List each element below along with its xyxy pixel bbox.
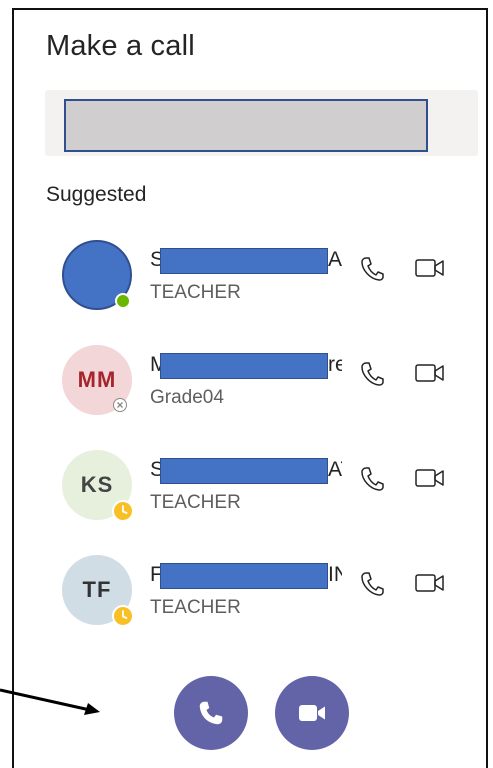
name-redaction	[160, 458, 328, 484]
name-redaction	[160, 353, 328, 379]
video-camera-icon[interactable]	[414, 256, 446, 285]
contact-row[interactable]: S AI TEACHER	[0, 240, 493, 340]
phone-icon	[199, 701, 223, 725]
contact-row[interactable]: MM M re Grade04	[0, 345, 493, 445]
contact-subtitle: TEACHER	[150, 492, 241, 513]
video-call-button[interactable]	[275, 676, 349, 750]
audio-call-button[interactable]	[174, 676, 248, 750]
contact-subtitle: TEACHER	[150, 597, 241, 618]
phone-icon[interactable]	[360, 361, 384, 392]
suggested-heading: Suggested	[46, 183, 147, 206]
contact-row[interactable]: KS S AT TEACHER	[0, 450, 493, 550]
contact-row[interactable]: TF F IN TEACHER	[0, 555, 493, 655]
contact-subtitle: TEACHER	[150, 282, 241, 303]
phone-icon[interactable]	[360, 571, 384, 602]
status-available-icon	[115, 293, 131, 309]
contact-name-end: IN	[328, 563, 342, 586]
name-redaction	[160, 248, 328, 274]
phone-icon[interactable]	[360, 256, 384, 287]
contact-name-end: re	[328, 353, 342, 376]
annotation-arrow	[0, 688, 100, 715]
status-offline-icon	[113, 398, 127, 412]
video-camera-icon	[299, 705, 325, 721]
phone-icon[interactable]	[360, 466, 384, 497]
contact-subtitle: Grade04	[150, 387, 224, 408]
video-camera-icon[interactable]	[414, 571, 446, 600]
video-camera-icon[interactable]	[414, 466, 446, 495]
panel-title: Make a call	[46, 30, 195, 62]
name-redaction	[160, 563, 328, 589]
contact-name-end: AI	[328, 248, 342, 271]
status-away-clock-icon	[112, 500, 134, 522]
search-redaction	[64, 99, 428, 152]
video-camera-icon[interactable]	[414, 361, 446, 390]
contact-name-end: AT	[328, 458, 342, 481]
status-away-clock-icon	[112, 605, 134, 627]
